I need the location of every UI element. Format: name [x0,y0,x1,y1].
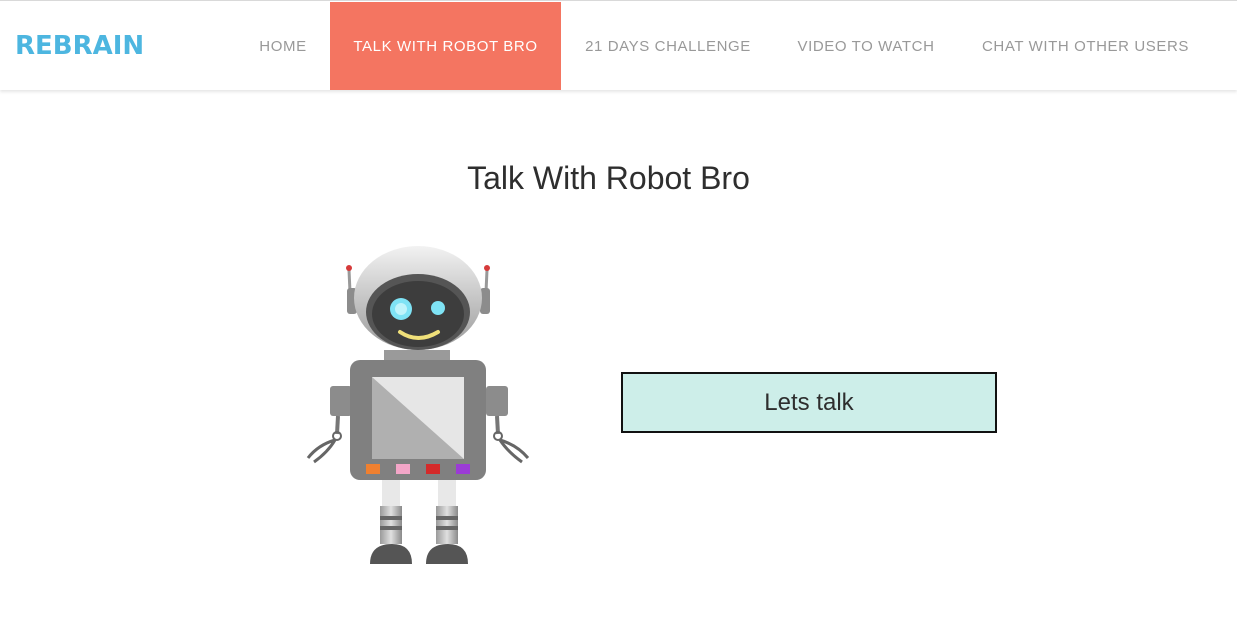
nav-item-chat-with-other-users[interactable]: CHAT WITH OTHER USERS [958,2,1213,90]
nav-item-home[interactable]: HOME [237,2,329,90]
nav-item-talk-with-robot-bro[interactable]: TALK WITH ROBOT BRO [330,2,561,90]
robot-illustration [300,240,536,570]
page-title: Talk With Robot Bro [467,160,750,196]
lets-talk-button[interactable]: Lets talk [621,372,997,433]
nav-item-21-days-challenge[interactable]: 21 DAYS CHALLENGE [562,2,774,90]
nav-item-video-to-watch[interactable]: VIDEO TO WATCH [775,2,957,90]
top-navbar: REBRAIN HOME TALK WITH ROBOT BRO 21 DAYS… [0,0,1237,90]
brand-logo[interactable]: REBRAIN [15,30,144,62]
